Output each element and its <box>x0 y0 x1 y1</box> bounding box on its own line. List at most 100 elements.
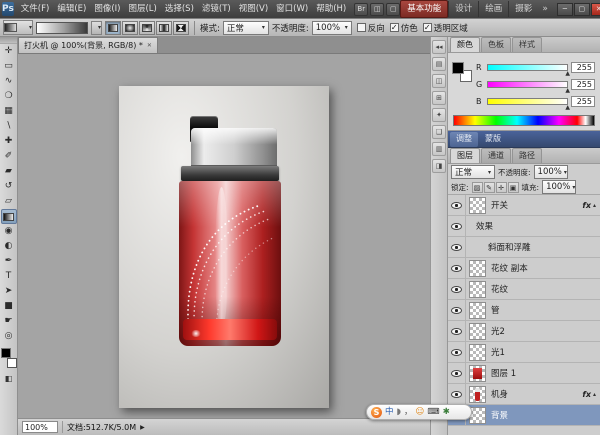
restore-button[interactable]: ▢ <box>574 3 590 16</box>
layer-thumbnail[interactable] <box>469 302 486 319</box>
slider-thumb-icon[interactable]: ▲ <box>565 104 570 111</box>
lasso-tool[interactable]: ∿ <box>1 74 17 89</box>
dock-panel-icon-5[interactable]: ❑ <box>432 125 446 139</box>
quick-mask-button[interactable]: ◧ <box>1 371 17 386</box>
channel-value-input[interactable]: 255 <box>571 79 595 90</box>
channel-value-input[interactable]: 255 <box>571 96 595 107</box>
tab-masks[interactable]: 蒙版 <box>479 132 507 147</box>
visibility-toggle[interactable] <box>448 216 466 236</box>
rectangular-marquee-tool[interactable]: ▭ <box>1 59 17 74</box>
tab-close-icon[interactable]: ✕ <box>147 38 152 53</box>
fill-select[interactable]: 100% ▾ <box>542 180 576 194</box>
layer-thumbnail[interactable] <box>469 281 486 298</box>
pen-tool[interactable]: ✒ <box>1 254 17 269</box>
reflected-gradient-button[interactable] <box>156 21 172 35</box>
arrange-documents-button[interactable]: ◫ <box>370 3 384 16</box>
ime-emoji-icon[interactable]: ☺ <box>416 405 425 419</box>
gradient-picker-arrow[interactable]: ▾ <box>91 21 102 35</box>
crop-tool[interactable]: ▦ <box>1 104 17 119</box>
blur-tool[interactable]: ◉ <box>1 224 17 239</box>
dock-panel-icon-4[interactable]: ✦ <box>432 108 446 122</box>
gradient-preview[interactable] <box>36 22 88 34</box>
dither-checkbox[interactable]: ✓ <box>390 23 399 32</box>
visibility-toggle[interactable] <box>448 258 466 278</box>
visibility-toggle[interactable] <box>448 384 466 404</box>
tab-paths[interactable]: 路径 <box>512 148 542 163</box>
lock-transparency-icon[interactable]: ▨ <box>472 182 483 193</box>
workspace-design[interactable]: 设计 <box>448 1 478 17</box>
menu-file[interactable]: 文件(F) <box>17 0 54 18</box>
visibility-toggle[interactable] <box>448 363 466 383</box>
toolbar-header[interactable] <box>0 37 17 44</box>
layer-row-light2[interactable]: 光2 <box>448 321 600 342</box>
ime-mode-chinese[interactable]: 中 <box>385 405 394 419</box>
visibility-toggle[interactable] <box>448 237 466 257</box>
visibility-toggle[interactable] <box>448 195 466 215</box>
tab-channels[interactable]: 通道 <box>481 148 511 163</box>
radial-gradient-button[interactable] <box>122 21 138 35</box>
layer-row-layer1[interactable]: 图层 1 <box>448 363 600 384</box>
option-reverse[interactable]: 反向 <box>357 22 385 34</box>
dock-panel-icon-1[interactable]: ▤ <box>432 57 446 71</box>
slider-thumb-icon[interactable]: ▲ <box>565 70 570 77</box>
tool-preset-picker[interactable]: ▾ <box>3 20 33 35</box>
document-tab[interactable]: 打火机 @ 100%(背景, RGB/8) * ✕ <box>18 37 158 53</box>
document-canvas[interactable] <box>119 86 329 408</box>
layer-blend-mode-select[interactable]: 正常 ▾ <box>451 165 495 179</box>
brush-tool[interactable]: ✐ <box>1 149 17 164</box>
foreground-color-swatch[interactable] <box>452 62 464 74</box>
path-selection-tool[interactable]: ➤ <box>1 284 17 299</box>
slider-thumb-icon[interactable]: ▲ <box>565 87 570 94</box>
close-button[interactable]: ✕ <box>591 3 600 16</box>
channel-slider[interactable]: ▲ <box>487 98 568 105</box>
ime-logo-icon[interactable]: S <box>371 407 382 418</box>
menu-edit[interactable]: 编辑(E) <box>53 0 90 18</box>
eyedropper-tool[interactable]: ∖ <box>1 119 17 134</box>
workspace-essentials[interactable]: 基本功能 <box>400 0 448 18</box>
tab-styles[interactable]: 样式 <box>512 37 542 52</box>
canvas-area[interactable] <box>18 54 430 418</box>
transparency-checkbox[interactable]: ✓ <box>423 23 432 32</box>
layer-thumbnail[interactable] <box>469 344 486 361</box>
layer-thumbnail[interactable] <box>469 260 486 277</box>
layer-thumbnail[interactable] <box>469 365 486 382</box>
angle-gradient-button[interactable] <box>139 21 155 35</box>
option-transparency[interactable]: ✓透明区域 <box>423 22 468 34</box>
menu-help[interactable]: 帮助(H) <box>312 0 350 18</box>
workspace-photography[interactable]: 摄影 <box>508 1 538 17</box>
minimize-button[interactable]: ─ <box>557 3 573 16</box>
menu-image[interactable]: 图像(I) <box>90 0 124 18</box>
tab-layers[interactable]: 图层 <box>450 148 480 163</box>
lock-pixels-icon[interactable]: ✎ <box>484 182 495 193</box>
dock-panel-icon-7[interactable]: ◨ <box>432 159 446 173</box>
opacity-select[interactable]: 100% ▾ <box>312 21 352 35</box>
visibility-toggle[interactable] <box>448 342 466 362</box>
layer-row-bevel-emboss[interactable]: 斜面和浮雕 <box>448 237 600 258</box>
layer-row-light1[interactable]: 光1 <box>448 342 600 363</box>
hand-tool[interactable]: ☛ <box>1 314 17 329</box>
layer-row-effects-group[interactable]: 效果 <box>448 216 600 237</box>
zoom-level-input[interactable]: 100% <box>22 421 58 433</box>
status-flyout-icon[interactable]: ▶ <box>140 424 145 431</box>
layer-thumbnail[interactable] <box>469 197 486 214</box>
expand-dock-icon[interactable]: ◂◂ <box>432 40 446 54</box>
gradient-tool[interactable] <box>1 209 17 224</box>
zoom-tool[interactable]: ◎ <box>1 329 17 344</box>
channel-value-input[interactable]: 255 <box>571 62 595 73</box>
clone-stamp-tool[interactable]: ▰ <box>1 164 17 179</box>
reverse-checkbox[interactable] <box>357 23 366 32</box>
launch-bridge-button[interactable]: Br <box>354 3 368 16</box>
menu-window[interactable]: 窗口(W) <box>272 0 312 18</box>
layer-thumbnail[interactable] <box>469 386 486 403</box>
diamond-gradient-button[interactable] <box>173 21 189 35</box>
background-color-swatch[interactable] <box>7 358 17 368</box>
tab-adjustments[interactable]: 调整 <box>450 132 478 147</box>
ime-shape-icon[interactable]: ◗ <box>397 405 401 419</box>
rectangle-tool[interactable]: ■ <box>1 299 17 314</box>
workspace-painting[interactable]: 绘画 <box>478 1 508 17</box>
layer-row-body[interactable]: 机身fx▴ <box>448 384 600 405</box>
quick-selection-tool[interactable]: ❍ <box>1 89 17 104</box>
layer-row-switch[interactable]: 开关fx▴ <box>448 195 600 216</box>
visibility-toggle[interactable] <box>448 279 466 299</box>
menu-layer[interactable]: 图层(L) <box>124 0 160 18</box>
